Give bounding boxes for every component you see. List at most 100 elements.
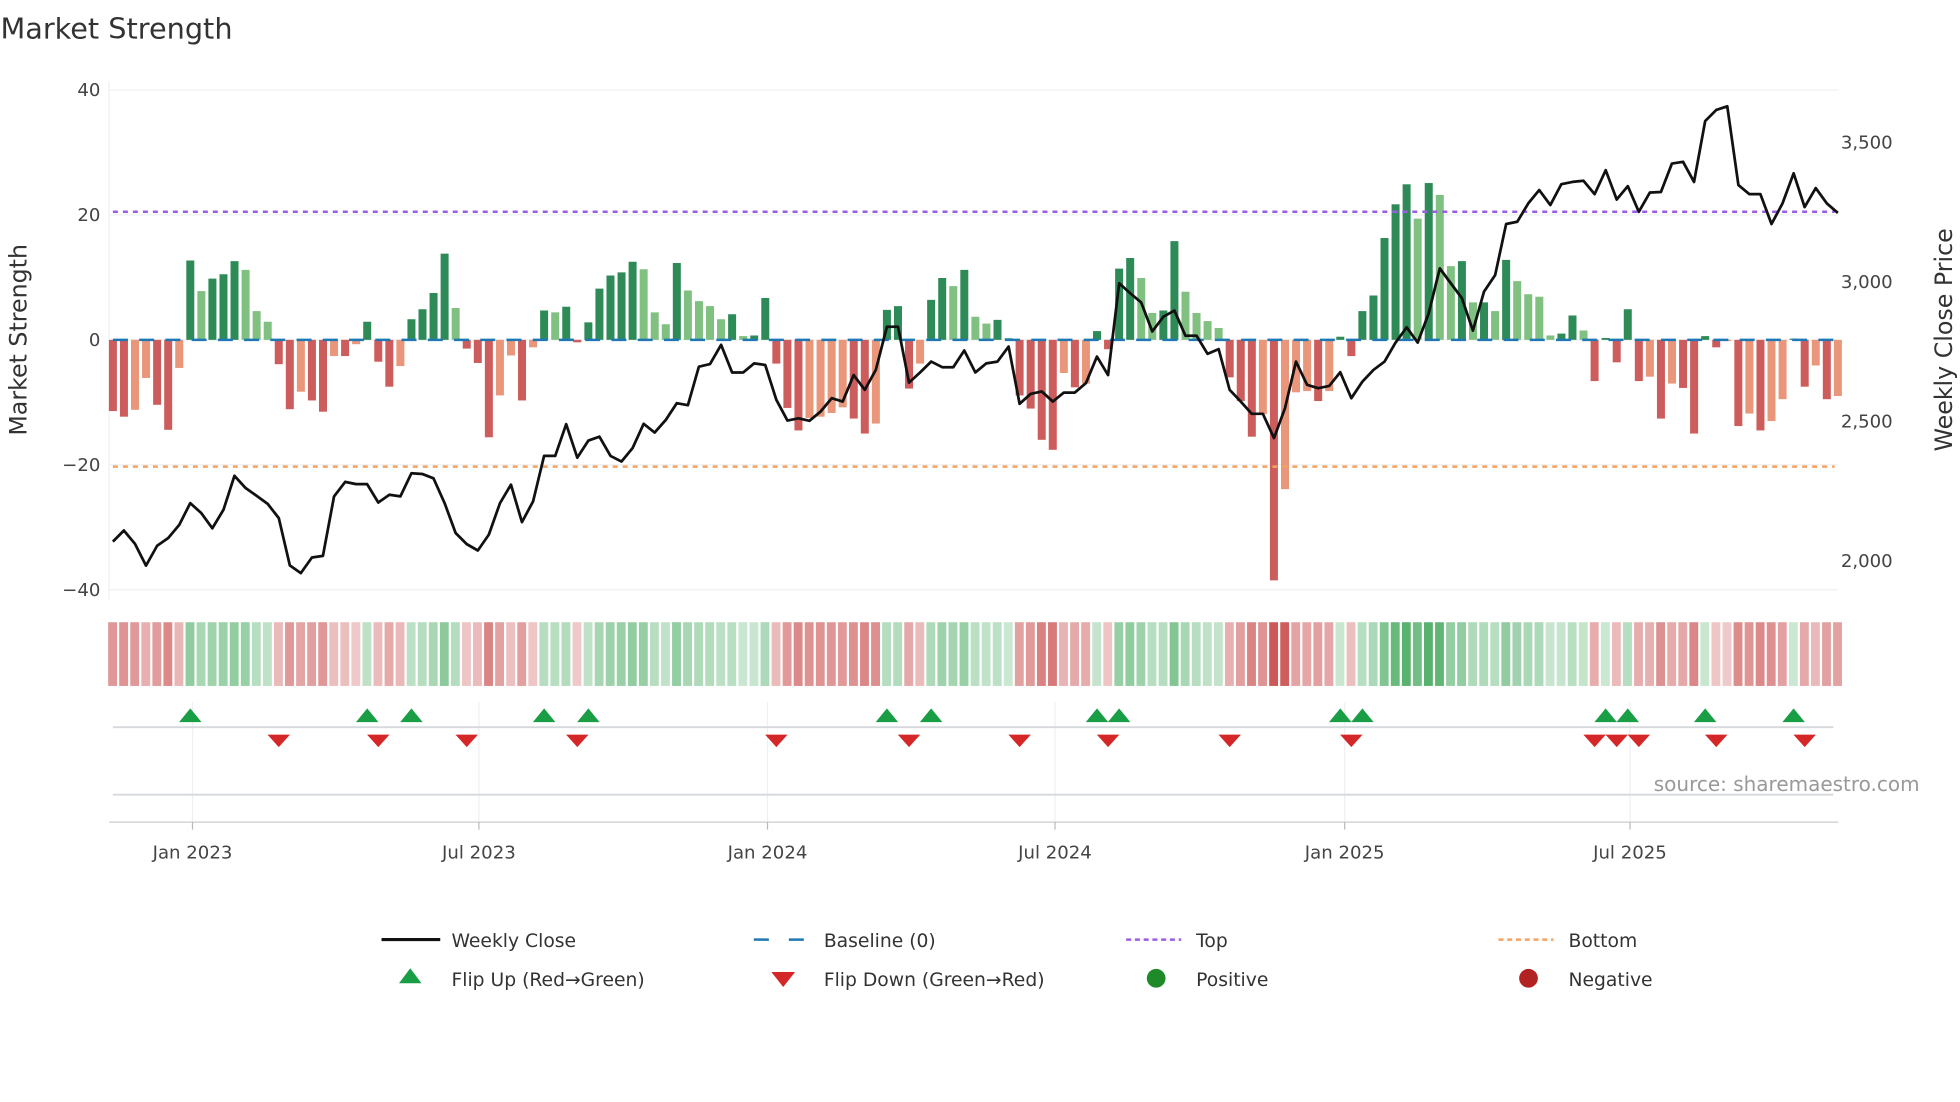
strength-bar [1413, 218, 1422, 340]
heat-cell [1236, 622, 1245, 686]
heat-cell [1302, 622, 1312, 686]
heat-cell [860, 622, 869, 686]
heat-cell [1114, 622, 1124, 686]
strength-bar [462, 339, 471, 349]
x-tick-label: Jul 2023 [441, 842, 516, 863]
strength-bar [1568, 315, 1577, 340]
strength-bar [219, 274, 228, 340]
y2-tick-label: 3,000 [1841, 272, 1893, 293]
heat-cell [1545, 622, 1555, 686]
strength-bar [1778, 339, 1787, 400]
heat-cell [1512, 622, 1522, 686]
heat-cell [893, 622, 903, 686]
strength-bar [263, 321, 272, 340]
strength-bar [252, 311, 261, 340]
strength-bar [307, 339, 316, 401]
legend: Weekly Close Baseline (0) Top Bottom Flip Up… [381, 931, 1653, 991]
flip-down-icon [1605, 734, 1628, 748]
heat-cell [1656, 622, 1666, 686]
heat-cell [1224, 622, 1234, 686]
strength-bar [982, 323, 991, 340]
heat-cell [561, 622, 571, 686]
strength-bar [1524, 294, 1533, 340]
strength-bar [1811, 339, 1820, 366]
strength-bar [728, 314, 737, 340]
flip-up-icon [532, 708, 556, 723]
flip-up-icon [400, 708, 423, 723]
strength-bar [672, 263, 681, 340]
strength-bar [1446, 266, 1455, 340]
strength-bar [1734, 339, 1743, 427]
strength-bar [1314, 339, 1323, 402]
heat-cell [815, 622, 825, 686]
strength-bar [1833, 339, 1842, 397]
heat-cell [1777, 622, 1787, 686]
x-tick-label: Jan 2023 [152, 842, 233, 863]
strength-bar [971, 316, 980, 340]
heat-cell [1501, 622, 1511, 686]
heat-cell [1335, 622, 1345, 686]
flip-up-icon [1351, 708, 1374, 723]
legend-label: Bottom [1568, 931, 1637, 952]
heat-cell [285, 622, 294, 686]
heat-cell [771, 622, 781, 686]
heat-cell [1634, 622, 1643, 686]
heat-cell [1025, 622, 1035, 686]
strength-bar [1236, 339, 1245, 402]
heat-cell [605, 622, 615, 686]
flip-down-icon [1218, 734, 1241, 748]
strength-bar [1170, 241, 1179, 340]
flip-up-icon [577, 708, 600, 723]
heat-cell [1191, 622, 1201, 686]
flip-up-icon [179, 708, 202, 723]
strength-bar [761, 297, 770, 340]
heat-cell [152, 622, 162, 686]
heat-cell [1689, 622, 1699, 686]
heat-cell [174, 622, 184, 686]
heat-cell [848, 622, 858, 686]
strength-bar [241, 269, 250, 340]
strength-bar [595, 288, 604, 340]
strength-bar [1679, 339, 1688, 388]
source-credit: source: sharemaestro.com [1654, 772, 1920, 796]
strength-bar [794, 339, 803, 431]
legend-negative-icon [1519, 968, 1538, 988]
legend-label: Top [1195, 931, 1228, 952]
heat-cell [1556, 622, 1566, 686]
strength-bar [1502, 259, 1511, 340]
heat-cell [1081, 622, 1091, 686]
heat-cell [506, 622, 516, 686]
heat-cell [1423, 622, 1433, 686]
heat-cell [1799, 622, 1809, 686]
strength-bar [197, 291, 206, 340]
heat-cell [1446, 622, 1455, 686]
strength-bar [1048, 339, 1057, 450]
heat-cell [1833, 622, 1842, 686]
legend-flip-down-icon [771, 972, 796, 988]
heat-cell [484, 622, 493, 686]
strength-bar [949, 286, 958, 340]
strength-bar [661, 324, 670, 340]
heat-cell [1412, 622, 1422, 686]
heat-cell [727, 622, 737, 686]
strength-bar [1579, 330, 1588, 340]
heat-cell [229, 622, 239, 686]
flip-up-icon [1594, 708, 1617, 723]
y2-tick-label: 2,500 [1841, 412, 1893, 433]
heat-cell [694, 622, 704, 686]
heat-cell [638, 622, 648, 686]
heat-cell [716, 622, 726, 686]
heat-cell [528, 622, 538, 686]
strength-bar [495, 339, 504, 396]
y2-axis-label: Weekly Close Price [1930, 228, 1958, 451]
strength-bar [938, 277, 947, 340]
heat-cell [793, 622, 803, 686]
strength-bar [772, 339, 781, 364]
heat-cell [1711, 622, 1721, 686]
legend-label: Positive [1196, 970, 1268, 991]
heat-cell [329, 622, 339, 686]
flip-down-icon [1008, 734, 1031, 748]
heat-cell [749, 622, 759, 686]
flip-markers [112, 708, 1834, 796]
strength-bar [1612, 339, 1621, 363]
